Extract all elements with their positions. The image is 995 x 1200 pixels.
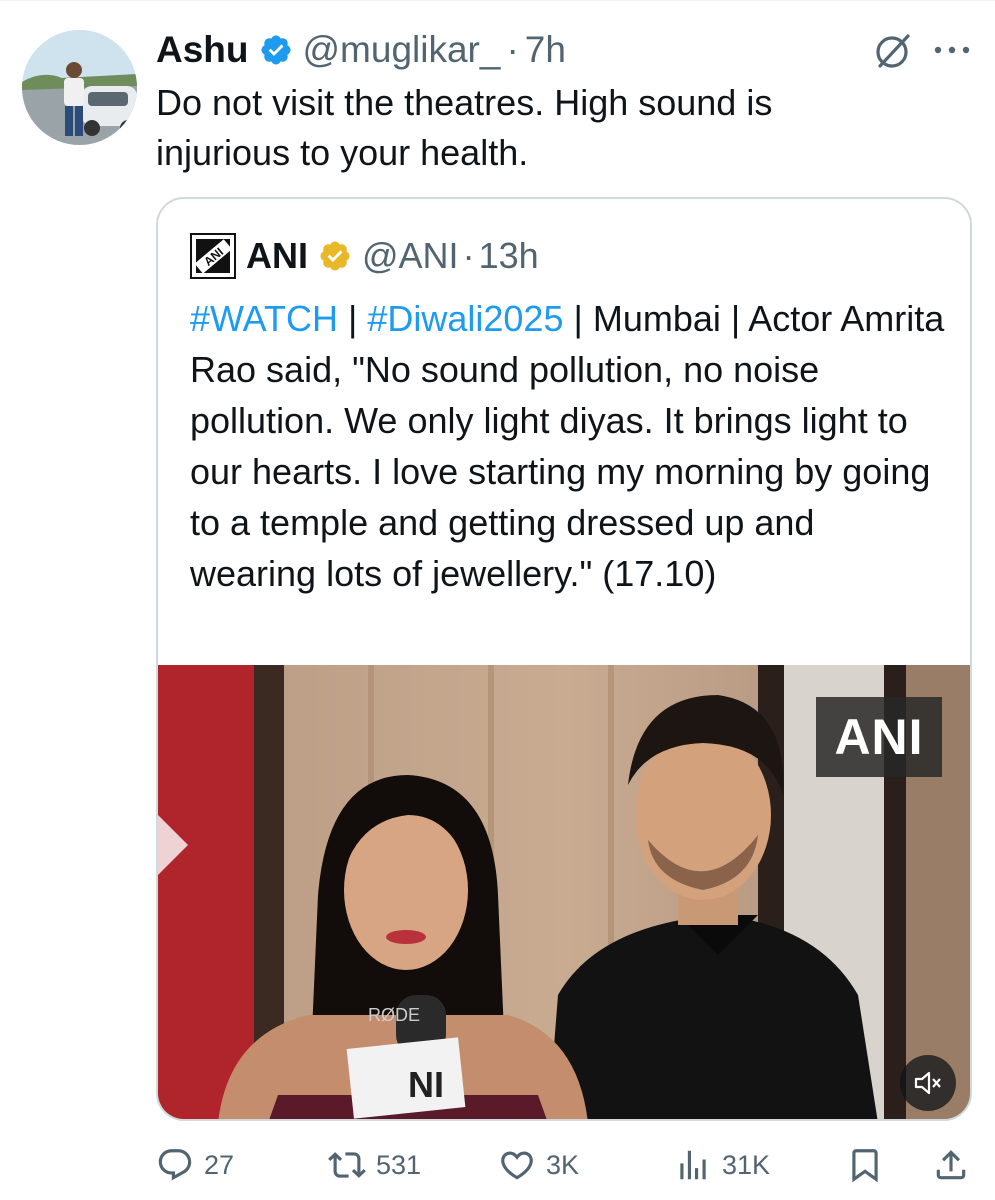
text-segment: | — [338, 298, 368, 339]
separator-dot: · — [462, 235, 475, 276]
repost-button[interactable]: 531 — [328, 1140, 421, 1190]
view-count: 31K — [722, 1149, 771, 1180]
author-handle[interactable]: @muglikar_ — [303, 29, 501, 71]
divider — [0, 0, 995, 1]
hashtag-link[interactable]: #WATCH — [190, 298, 338, 339]
like-button[interactable]: 3K — [498, 1140, 579, 1190]
hashtag-link[interactable]: #Diwali2025 — [367, 298, 563, 339]
reply-count: 27 — [204, 1149, 235, 1180]
share-button[interactable] — [932, 1140, 980, 1190]
ani-logo-avatar[interactable]: ANI — [190, 233, 236, 279]
quoted-author-name[interactable]: ANI — [246, 235, 308, 277]
repost-count: 531 — [376, 1149, 422, 1180]
quoted-tweet-text: #WATCH | #Diwali2025 | Mumbai | Actor Am… — [190, 293, 950, 599]
separator-dot: · — [506, 29, 519, 70]
avatar[interactable] — [22, 30, 137, 145]
analytics-icon — [680, 1150, 706, 1180]
tweet[interactable]: Ashu @muglikar_ · 7h Do not visit the th… — [0, 0, 995, 1200]
tweet-text: Do not visit the theatres. High sound is… — [156, 82, 773, 173]
gold-verified-badge-icon[interactable] — [318, 239, 352, 273]
quoted-tweet[interactable]: ANI ANI @ANI · 13h #WATCH | #Diwali2025 … — [156, 197, 972, 1121]
mic-flag-text: NI — [408, 1064, 444, 1105]
verified-badge-icon[interactable] — [259, 33, 293, 67]
video-watermark: ANI — [816, 697, 942, 777]
reply-icon — [158, 1149, 192, 1181]
repost-icon — [328, 1152, 366, 1178]
text-segment: | Mumbai | Actor Amrita Rao said, "No so… — [190, 298, 945, 594]
tweet-header: Ashu @muglikar_ · 7h — [156, 26, 566, 74]
mute-button[interactable] — [900, 1055, 956, 1111]
like-count: 3K — [546, 1149, 580, 1180]
avatar-image — [22, 30, 137, 145]
heart-icon — [501, 1151, 533, 1180]
video-player[interactable]: RØDE NI ANI — [158, 665, 970, 1119]
share-icon — [936, 1150, 966, 1180]
views-button[interactable]: 31K — [674, 1140, 770, 1190]
reply-button[interactable]: 27 — [156, 1140, 234, 1190]
more-options-icon[interactable] — [932, 38, 972, 62]
quoted-tweet-header: ANI ANI @ANI · 13h — [190, 231, 539, 281]
quoted-tweet-time[interactable]: 13h — [479, 235, 539, 277]
action-bar: 27 531 3K 31K — [156, 1140, 976, 1190]
speaker-muted-icon — [914, 1071, 941, 1095]
quoted-author-handle[interactable]: @ANI — [362, 235, 459, 277]
bookmark-icon — [852, 1149, 878, 1183]
bookmark-button[interactable] — [846, 1140, 894, 1190]
tweet-time[interactable]: 7h — [525, 29, 566, 71]
author-name[interactable]: Ashu — [156, 29, 249, 71]
mic-brand-text: RØDE — [368, 1005, 420, 1025]
grok-icon[interactable] — [872, 30, 914, 72]
